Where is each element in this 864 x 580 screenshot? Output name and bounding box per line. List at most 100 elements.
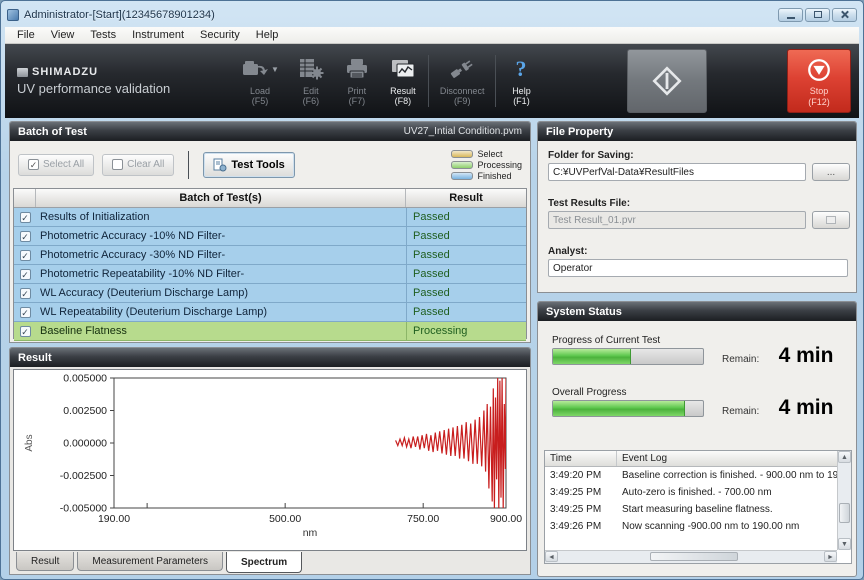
scroll-up-arrow[interactable]: ▲ [838,451,851,463]
table-row[interactable]: ✓ Photometric Repeatability -10% ND Filte… [14,265,526,284]
event-log-hscrollbar[interactable]: ◄ ► [545,550,837,563]
shimadzu-logo-icon [17,68,28,77]
minimize-button[interactable] [778,8,803,22]
col-checkbox [14,189,36,207]
table-row[interactable]: ✓Baseline FlatnessProcessing [14,322,526,341]
menu-item-tests[interactable]: Tests [82,28,124,42]
print-icon [343,57,371,84]
event-log-row[interactable]: 3:49:25 PMStart measuring baseline flatn… [545,501,837,518]
load-dropdown-arrow[interactable]: ▼ [271,65,279,74]
tab-spectrum[interactable]: Spectrum [226,552,302,573]
event-time: 3:49:25 PM [545,501,617,518]
event-log-vscrollbar[interactable]: ▲ ▼ [837,451,851,550]
x-tick-label: 500.00 [269,513,301,525]
help-icon: ? [507,57,535,84]
tab-result[interactable]: Result [16,552,74,571]
row-checkbox-cell: ✓ [14,288,36,299]
row-checkbox[interactable]: ✓ [20,250,31,261]
table-row[interactable]: ✓WL Repeatability (Deuterium Discharge L… [14,303,526,322]
stop-button[interactable]: Stop (F12) [787,49,851,113]
menu-item-help[interactable]: Help [248,28,287,42]
current-test-progress-bar [552,348,704,365]
row-checkbox[interactable]: ✓ [20,269,31,280]
maximize-icon [814,11,822,18]
menu-item-file[interactable]: File [9,28,43,42]
event-log-col-event: Event Log [617,451,851,466]
row-checkbox[interactable]: ✓ [20,307,31,318]
load-icon [241,57,269,84]
overall-progress-bar [552,400,704,417]
menu-item-view[interactable]: View [43,28,83,42]
result-tabs: ResultMeasurement ParametersSpectrum [16,552,524,574]
test-result-cell: Passed [407,249,526,261]
test-result-cell: Passed [407,211,526,223]
scroll-right-arrow[interactable]: ► [824,551,837,562]
edit-button[interactable]: Edit (F6) [288,44,334,118]
table-row[interactable]: ✓WL Accuracy (Deuterium Discharge Lamp)P… [14,284,526,303]
vscroll-thumb[interactable] [839,503,850,523]
clear-all-button[interactable]: Clear All [102,154,174,176]
row-checkbox[interactable]: ✓ [20,288,31,299]
result-button-label: Result (F8) [390,86,416,106]
batch-table-body: ✓Results of InitializationPassed✓Photome… [14,208,526,341]
help-button[interactable]: ?Help (F1) [498,44,544,118]
test-result: Passed [413,287,450,299]
event-log: Time Event Log 3:49:20 PMBaseline correc… [544,450,852,564]
event-text: Baseline correction is finished. - 900.0… [617,467,837,484]
test-results-file-input[interactable]: Test Result_01.pvr [548,211,806,229]
load-button[interactable]: ▼ Load (F5) [232,44,288,118]
load-button-label: Load (F5) [250,86,270,106]
select-all-button[interactable]: ✓ Select All [18,154,94,176]
tab-measurement-parameters[interactable]: Measurement Parameters [77,552,223,571]
legend-label-select: Select [477,149,502,159]
scroll-left-arrow[interactable]: ◄ [545,551,558,562]
disconnect-button[interactable]: Disconnect (F9) [431,44,494,118]
scroll-down-arrow[interactable]: ▼ [838,538,851,550]
test-tools-button[interactable]: Test Tools [203,152,294,178]
col-result: Result [406,189,526,207]
app-subtitle: UV performance validation [17,81,232,96]
event-time: 3:49:26 PM [545,518,617,535]
brand-name: SHIMADZU [32,66,98,78]
row-checkbox[interactable]: ✓ [20,212,31,223]
clear-all-label: Clear All [127,159,164,170]
results-file-browse-icon [826,216,836,224]
folder-for-saving-input[interactable]: C:¥UVPerfVal-Data¥ResultFiles [548,163,806,181]
test-name: Photometric Accuracy -10% ND Filter- [36,227,407,245]
batch-file-name: UV27_Intial Condition.pvm [404,126,522,137]
legend-swatch-select [451,150,473,158]
svg-text:?: ? [516,57,527,81]
event-log-row[interactable]: 3:49:26 PMNow scanning -900.00 nm to 190… [545,518,837,535]
event-log-row[interactable]: 3:49:25 PMAuto-zero is finished. - 700.0… [545,484,837,501]
brand-logo: SHIMADZU [17,66,232,78]
table-row[interactable]: ✓ Photometric Accuracy -10% ND Filter-Pas… [14,227,526,246]
row-checkbox-cell: ✓ [14,269,36,280]
result-panel-header: Result [10,348,530,367]
test-result-cell: Passed [407,230,526,242]
maximize-button[interactable] [805,8,830,22]
menu-item-instrument[interactable]: Instrument [124,28,192,42]
table-row[interactable]: ✓ Photometric Accuracy -30% ND Filter-Pas… [14,246,526,265]
row-checkbox[interactable]: ✓ [20,326,31,337]
test-results-file-label: Test Results File: [548,198,630,209]
analyst-input[interactable]: Operator [548,259,848,277]
start-button[interactable] [627,49,707,113]
event-log-row[interactable]: 3:49:20 PMBaseline correction is finishe… [545,467,837,484]
result-button[interactable]: Result (F8) [380,44,426,118]
folder-browse-button[interactable]: ... [812,163,850,181]
edit-icon [297,57,325,84]
edit-button-label: Edit (F6) [303,86,320,106]
row-checkbox[interactable]: ✓ [20,231,31,242]
menu-item-security[interactable]: Security [192,28,248,42]
analyst-label: Analyst: [548,246,587,257]
results-file-browse-button[interactable] [812,211,850,229]
print-button[interactable]: Print (F7) [334,44,380,118]
table-row[interactable]: ✓Results of InitializationPassed [14,208,526,227]
test-result: Passed [413,211,450,223]
hscroll-thumb[interactable] [650,552,738,561]
event-time: 3:49:25 PM [545,484,617,501]
test-name: Photometric Accuracy -30% ND Filter- [36,246,407,264]
event-log-col-time: Time [545,451,617,466]
close-button[interactable] [832,8,857,22]
test-name: Photometric Repeatability -10% ND Filter… [36,265,407,283]
